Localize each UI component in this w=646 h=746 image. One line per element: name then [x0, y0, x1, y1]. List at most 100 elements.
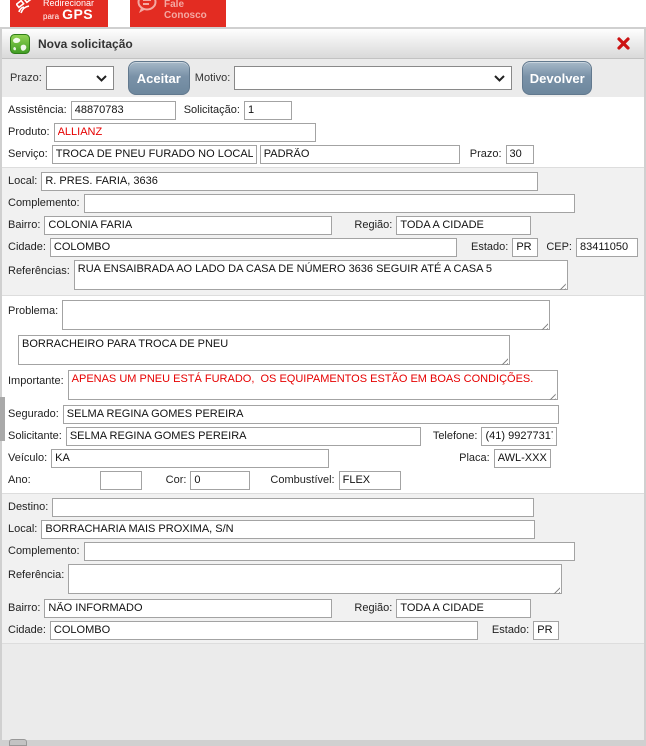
local-input[interactable] [41, 172, 538, 191]
assistencia-input[interactable] [71, 101, 176, 120]
complemento-destino-label: Complemento: [8, 545, 80, 557]
cidade-input[interactable] [50, 238, 457, 257]
row-problema-extra: BORRACHEIRO PARA TROCA DE PNEU [2, 333, 644, 368]
importante-label: Importante: [8, 375, 64, 387]
referencias-textarea[interactable]: RUA ENSAIBRADA AO LADO DA CASA DE NÚMERO… [74, 260, 568, 290]
contact-button-line1: Fale [164, 0, 207, 10]
regiao-input[interactable] [396, 216, 531, 235]
solicitante-input[interactable] [66, 427, 421, 446]
regiao-destino-input[interactable] [396, 599, 531, 618]
row-referencias: Referências: RUA ENSAIBRADA AO LADO DA C… [2, 258, 644, 293]
fale-conosco-button[interactable]: Fale Conosco [130, 0, 226, 27]
satellite-icon [16, 0, 40, 14]
problema-textarea[interactable] [62, 300, 550, 330]
section-problema-veiculo: Problema: BORRACHEIRO PARA TROCA DE PNEU… [2, 296, 644, 493]
close-icon[interactable] [617, 37, 630, 50]
local-destino-input[interactable] [41, 520, 535, 539]
gps-button-line2-small: para [43, 12, 59, 21]
cor-input[interactable] [190, 471, 250, 490]
row-local: Local: [2, 170, 644, 192]
row-bairro-destino: Bairro: Região: [2, 597, 644, 619]
cidade-destino-input[interactable] [50, 621, 478, 640]
produto-label: Produto: [8, 126, 50, 138]
row-solicitante: Solicitante: Telefone: [2, 425, 644, 447]
estado-input[interactable] [512, 238, 538, 257]
servico-input[interactable] [52, 145, 257, 164]
estado-destino-label: Estado: [492, 624, 529, 636]
bairro-label: Bairro: [8, 219, 40, 231]
motivo-select[interactable] [234, 66, 512, 90]
importante-textarea[interactable]: APENAS UM PNEU ESTÁ FURADO, OS EQUIPAMEN… [68, 370, 558, 400]
row-bairro: Bairro: Região: [2, 214, 644, 236]
veiculo-input[interactable] [51, 449, 329, 468]
row-servico: Serviço: Prazo: [2, 143, 644, 165]
cor-label: Cor: [166, 474, 187, 486]
telefone-label: Telefone: [433, 430, 478, 442]
segurado-label: Segurado: [8, 408, 59, 420]
problema-label: Problema: [8, 305, 58, 317]
prazo-select-label: Prazo: [10, 72, 42, 84]
redirect-gps-button[interactable]: Redirecionar para GPS [10, 0, 108, 27]
destino-label: Destino: [8, 501, 48, 513]
complemento-label: Complemento: [8, 197, 80, 209]
row-problema: Problema: [2, 298, 644, 333]
cidade-label: Cidade: [8, 241, 46, 253]
background-scrollbar-thumb[interactable] [0, 397, 5, 441]
destino-input[interactable] [52, 498, 534, 517]
aceitar-button[interactable]: Aceitar [128, 61, 190, 95]
referencia-destino-textarea[interactable] [68, 564, 562, 594]
ano-input[interactable] [100, 471, 142, 490]
servico-label: Serviço: [8, 148, 48, 160]
cep-label: CEP: [546, 241, 572, 253]
combustivel-label: Combustível: [270, 474, 334, 486]
row-produto: Produto: [2, 121, 644, 143]
produto-input[interactable] [54, 123, 316, 142]
bairro-destino-label: Bairro: [8, 602, 40, 614]
estado-destino-input[interactable] [533, 621, 559, 640]
referencias-label: Referências: [8, 265, 70, 277]
placa-label: Placa: [459, 452, 490, 464]
solicitacao-input[interactable] [244, 101, 292, 120]
prazo-input[interactable] [506, 145, 534, 164]
row-cidade-destino: Cidade: Estado: [2, 619, 644, 641]
prazo-label: Prazo: [470, 148, 502, 160]
row-veiculo: Veículo: Placa: [2, 447, 644, 469]
placa-input[interactable] [494, 449, 551, 468]
top-button-strip: Redirecionar para GPS Fale Conosco [0, 0, 646, 27]
bairro-input[interactable] [44, 216, 332, 235]
motivo-select-label: Motivo: [195, 72, 230, 84]
dialog-header: Nova solicitação [2, 29, 644, 59]
combustivel-input[interactable] [339, 471, 401, 490]
regiao-label: Região: [354, 219, 392, 231]
servico-tipo-input[interactable] [260, 145, 460, 164]
row-referencia-destino: Referência: [2, 562, 644, 597]
assistencia-label: Assistência: [8, 104, 67, 116]
cidade-destino-label: Cidade: [8, 624, 46, 636]
segurado-input[interactable] [63, 405, 559, 424]
veiculo-label: Veículo: [8, 452, 47, 464]
row-destino: Destino: [2, 496, 644, 518]
prazo-select[interactable] [46, 66, 114, 90]
complemento-input[interactable] [84, 194, 575, 213]
dialog-toolbar: Prazo: Aceitar Motivo: Devolver [2, 59, 644, 97]
section-endereco-origem: Local: Complemento: Bairro: Região: Cida… [2, 167, 644, 296]
cep-input[interactable] [576, 238, 638, 257]
devolver-button[interactable]: Devolver [522, 61, 592, 95]
local-label: Local: [8, 175, 37, 187]
row-local-destino: Local: [2, 518, 644, 540]
gps-button-line2-big: GPS [62, 6, 93, 22]
regiao-destino-label: Região: [354, 602, 392, 614]
section-identificacao: Assistência: Solicitação: Produto: Servi… [2, 97, 644, 167]
row-complemento: Complemento: [2, 192, 644, 214]
solicitacao-label: Solicitação: [184, 104, 240, 116]
complemento-destino-input[interactable] [84, 542, 575, 561]
bairro-destino-input[interactable] [44, 599, 332, 618]
nova-solicitacao-dialog: Nova solicitação Prazo: Aceitar Motivo: … [0, 27, 646, 746]
row-cidade: Cidade: Estado: CEP: [2, 236, 644, 258]
dialog-title: Nova solicitação [38, 37, 133, 51]
row-complemento-destino: Complemento: [2, 540, 644, 562]
chevron-down-icon [96, 75, 107, 82]
telefone-input[interactable] [481, 427, 557, 446]
chevron-down-icon [494, 75, 505, 82]
problema-extra-textarea[interactable]: BORRACHEIRO PARA TROCA DE PNEU [18, 335, 510, 365]
